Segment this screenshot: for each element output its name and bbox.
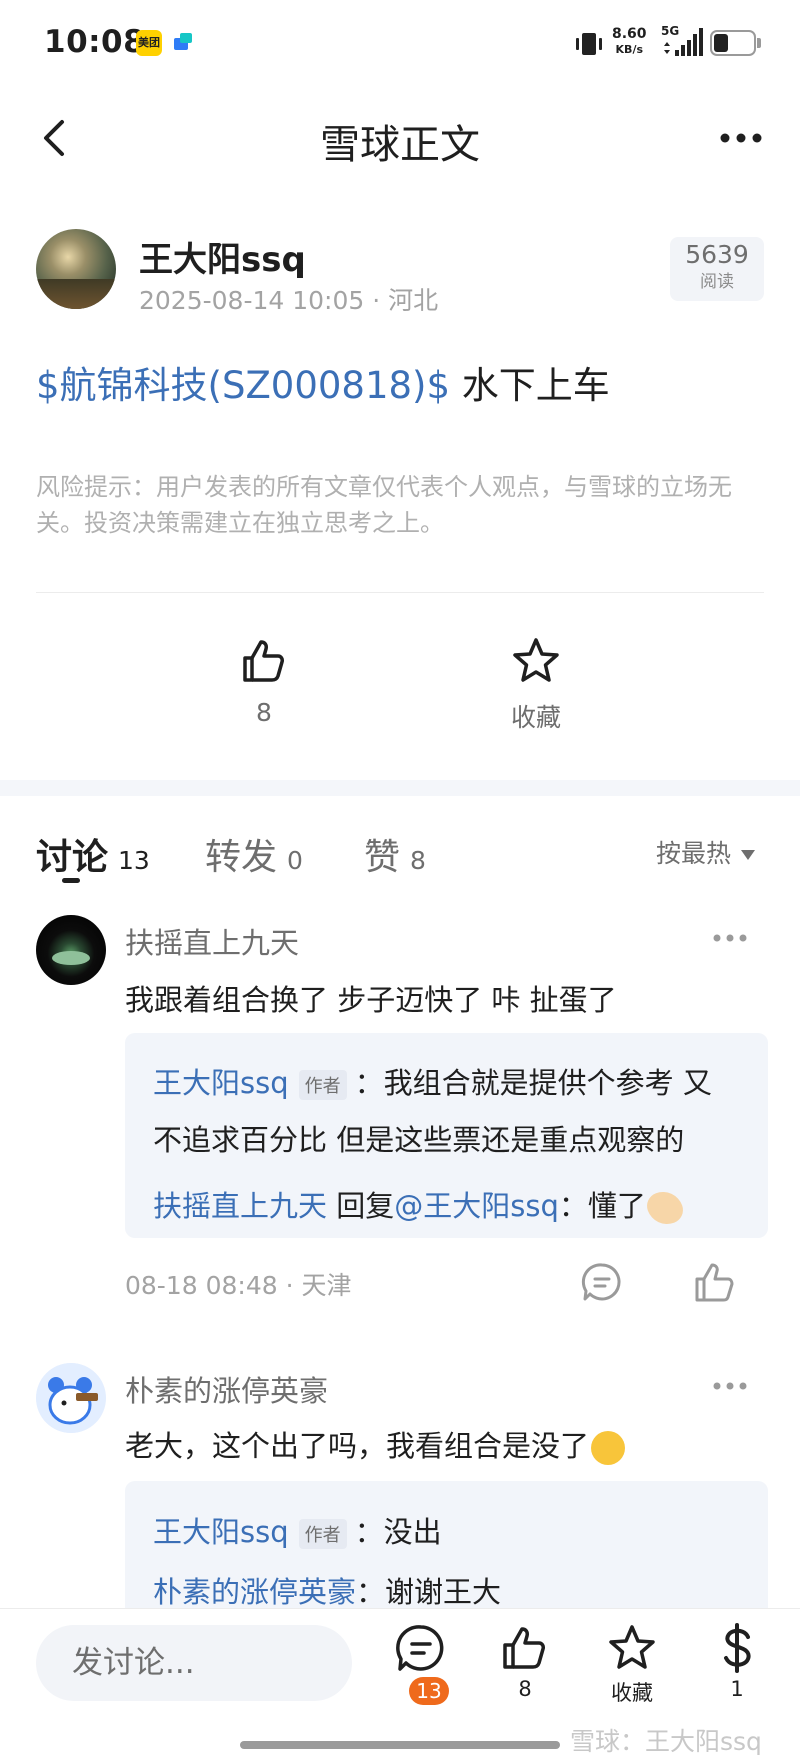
- read-count-box: 5639 阅读: [670, 237, 764, 301]
- reward-count: 1: [730, 1677, 744, 1701]
- post-text: 水下上车: [450, 364, 610, 407]
- sub-reply-text: ：懂了: [558, 1189, 646, 1223]
- sub-reply-user-link[interactable]: 朴素的涨停英豪: [153, 1575, 356, 1609]
- tab-repost-count: 0: [287, 846, 303, 875]
- bear-avatar-icon: [36, 1363, 106, 1433]
- watermark: 雪球：王大阳ssq: [570, 1727, 762, 1756]
- sub-reply-line: 扶摇直上九天 回复@王大阳ssq：懂了: [153, 1183, 687, 1230]
- tab-likes[interactable]: 赞8: [364, 828, 426, 880]
- thumbs-up-icon: [243, 640, 284, 682]
- network-speed-unit: KB/s: [615, 43, 644, 56]
- reply-line: 王大阳ssq 作者 ：没出: [153, 1509, 442, 1551]
- post-body: $航锦科技(SZ000818)$ 水下上车: [36, 355, 610, 409]
- tab-discussion-label: 讨论: [36, 837, 109, 878]
- post-meta: 2025-08-14 10:05 · 河北: [139, 286, 439, 315]
- comment-avatar[interactable]: [36, 915, 106, 985]
- divider: [36, 592, 764, 593]
- signal-icon: [664, 28, 703, 56]
- sub-reply-user-link[interactable]: 扶摇直上九天: [153, 1189, 327, 1223]
- bottom-like-count: 8: [518, 1677, 532, 1701]
- comment-more-icon[interactable]: [712, 932, 748, 944]
- sort-dropdown[interactable]: 按最热: [656, 834, 756, 870]
- meituan-app-icon: 美团: [136, 30, 162, 56]
- bottom-favorite-label: 收藏: [611, 1681, 653, 1705]
- comment-text: 老大，这个出了吗，我看组合是没了: [125, 1423, 626, 1465]
- notification-app-icon: [170, 30, 196, 56]
- discussion-input[interactable]: [72, 1643, 332, 1683]
- tab-likes-count: 8: [410, 846, 426, 875]
- comment-like-icon[interactable]: [692, 1260, 738, 1304]
- author-tag: 作者: [298, 1070, 347, 1100]
- comment-bubble-icon: [396, 1625, 444, 1671]
- reply-box: 王大阳ssq 作者 ：没出 朴素的涨停英豪：谢谢王大: [125, 1481, 768, 1621]
- status-bar: 10:08 美团 8.60 KB/s 5G: [0, 0, 800, 88]
- active-tab-indicator: [62, 878, 80, 883]
- read-label: 阅读: [700, 272, 734, 292]
- reply-line: 王大阳ssq 作者 ：我组合就是提供个参考 又: [153, 1060, 712, 1102]
- tab-discussion-count: 13: [118, 846, 150, 875]
- reply-text-line1: ：我组合就是提供个参考 又: [354, 1066, 712, 1100]
- comment-avatar[interactable]: [36, 1363, 106, 1433]
- read-count: 5639: [685, 240, 749, 269]
- comment-text-content: 老大，这个出了吗，我看组合是没了: [125, 1429, 590, 1463]
- like-count: 8: [256, 698, 272, 727]
- status-time: 10:08: [44, 24, 146, 60]
- sort-label: 按最热: [656, 839, 732, 868]
- tab-likes-label: 赞: [364, 837, 401, 878]
- tab-discussion[interactable]: 讨论 13: [36, 828, 150, 880]
- stock-tag-link[interactable]: $航锦科技(SZ000818)$: [36, 364, 450, 407]
- comment-username[interactable]: 朴素的涨停英豪: [125, 1368, 328, 1410]
- tab-repost[interactable]: 转发 0: [205, 828, 303, 880]
- ok-hand-emoji-icon: [643, 1186, 687, 1230]
- thumbs-up-icon: [503, 1627, 545, 1669]
- comment-more-icon[interactable]: [712, 1380, 748, 1392]
- comment-meta: 08-18 08:48 · 天津: [125, 1271, 352, 1300]
- mention-link[interactable]: @王大阳ssq: [394, 1189, 559, 1223]
- author-name[interactable]: 王大阳ssq: [139, 232, 306, 281]
- reply-text: ：没出: [354, 1515, 442, 1549]
- author-tag: 作者: [298, 1519, 347, 1549]
- reply-comment-icon[interactable]: [581, 1261, 623, 1303]
- section-separator: [0, 780, 800, 796]
- home-indicator[interactable]: [240, 1741, 560, 1749]
- reply-author-link[interactable]: 王大阳ssq: [153, 1515, 289, 1549]
- triangle-down-icon: [741, 850, 756, 860]
- reply-author-link[interactable]: 王大阳ssq: [153, 1066, 289, 1100]
- comment-text: 我跟着组合换了 步子迈快了 咔 扯蛋了: [125, 983, 617, 1017]
- like-button[interactable]: 8: [234, 636, 294, 727]
- sub-reply-line: 朴素的涨停英豪：谢谢王大: [153, 1569, 501, 1611]
- battery-cap: [757, 38, 761, 48]
- bottom-reward-button[interactable]: 1: [713, 1623, 761, 1701]
- battery-icon: [710, 30, 756, 56]
- bottom-comment-button[interactable]: 13: [393, 1623, 449, 1705]
- bottom-like-button[interactable]: 8: [497, 1623, 553, 1701]
- more-options-icon[interactable]: [718, 124, 764, 152]
- reply-text-line2: 不追求百分比 但是这些票还是重点观察的: [153, 1123, 685, 1157]
- comment-count-badge: 13: [409, 1677, 449, 1705]
- sub-reply-text: ：谢谢王大: [356, 1575, 502, 1609]
- tab-repost-label: 转发: [205, 837, 278, 878]
- favorite-button[interactable]: 收藏: [500, 636, 572, 734]
- network-speed-value: 8.60: [612, 26, 647, 42]
- comment-username[interactable]: 扶摇直上九天: [125, 920, 299, 962]
- crying-face-emoji-icon: [591, 1431, 626, 1465]
- favorite-label: 收藏: [510, 703, 561, 732]
- sub-reply-word: 回复: [327, 1189, 395, 1223]
- star-icon: [513, 638, 559, 682]
- dollar-icon: [724, 1623, 751, 1673]
- page-title: 雪球正文: [320, 122, 480, 168]
- network-speed: 8.60 KB/s: [612, 26, 647, 58]
- risk-disclaimer: 风险提示：用户发表的所有文章仅代表个人观点，与雪球的立场无关。投资决策需建立在独…: [36, 473, 732, 537]
- reply-box: 王大阳ssq 作者 ：我组合就是提供个参考 又 不追求百分比 但是这些票还是重点观察…: [125, 1033, 768, 1238]
- star-icon: [609, 1625, 655, 1669]
- vibrate-icon: [576, 33, 602, 55]
- author-avatar[interactable]: [36, 229, 116, 309]
- discussion-input-pill[interactable]: [36, 1625, 352, 1701]
- bottom-favorite-button[interactable]: 收藏: [600, 1623, 664, 1707]
